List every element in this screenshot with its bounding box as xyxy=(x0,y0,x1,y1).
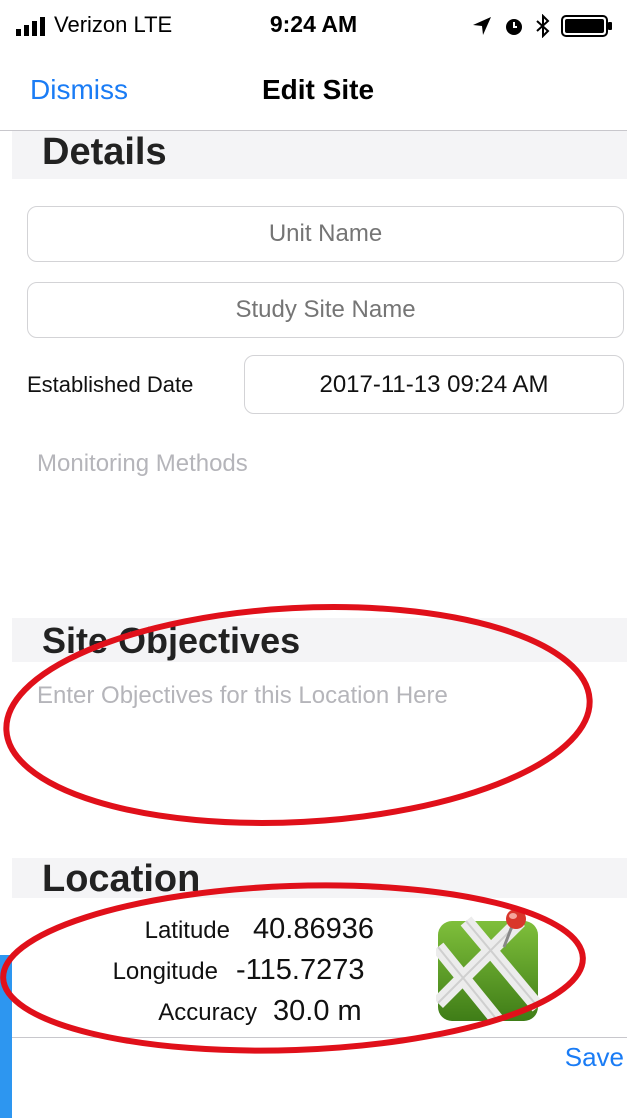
latitude-value: 40.86936 xyxy=(253,913,374,945)
side-strip xyxy=(0,955,12,1118)
latitude-label: Latitude xyxy=(144,917,230,944)
location-heading: Location xyxy=(42,858,201,900)
objectives-section-header: Site Objectives xyxy=(12,618,627,662)
dismiss-button[interactable]: Dismiss xyxy=(30,74,128,106)
bluetooth-icon xyxy=(536,14,550,38)
unit-name-input[interactable] xyxy=(27,206,624,262)
alarm-icon xyxy=(506,19,522,35)
monitoring-methods-field[interactable]: Monitoring Methods xyxy=(37,450,248,478)
established-date-label: Established Date xyxy=(27,372,194,397)
longitude-label: Longitude xyxy=(112,958,218,985)
bottom-toolbar xyxy=(0,1037,627,1119)
established-date-field[interactable]: 2017-11-13 09:24 AM xyxy=(244,355,624,414)
objectives-heading: Site Objectives xyxy=(42,620,301,661)
longitude-value: -115.7273 xyxy=(236,954,365,986)
location-section-header: Location xyxy=(12,858,627,900)
save-button[interactable]: Save xyxy=(565,1042,624,1073)
navigation-bar: Dismiss Edit Site xyxy=(0,52,627,131)
study-site-name-input[interactable] xyxy=(27,282,624,338)
map-pin-icon[interactable] xyxy=(436,907,542,1023)
accuracy-value: 30.0 m xyxy=(273,995,362,1027)
status-bar: Verizon LTE 9:24 AM xyxy=(0,0,627,52)
location-arrow-icon xyxy=(473,17,491,35)
details-section-header: Details xyxy=(12,131,627,179)
objectives-textarea[interactable]: Enter Objectives for this Location Here xyxy=(37,682,448,710)
accuracy-label: Accuracy xyxy=(158,999,257,1026)
details-heading: Details xyxy=(42,131,167,173)
status-icons xyxy=(471,12,613,40)
battery-icon xyxy=(561,15,612,37)
page-title: Edit Site xyxy=(262,74,375,105)
